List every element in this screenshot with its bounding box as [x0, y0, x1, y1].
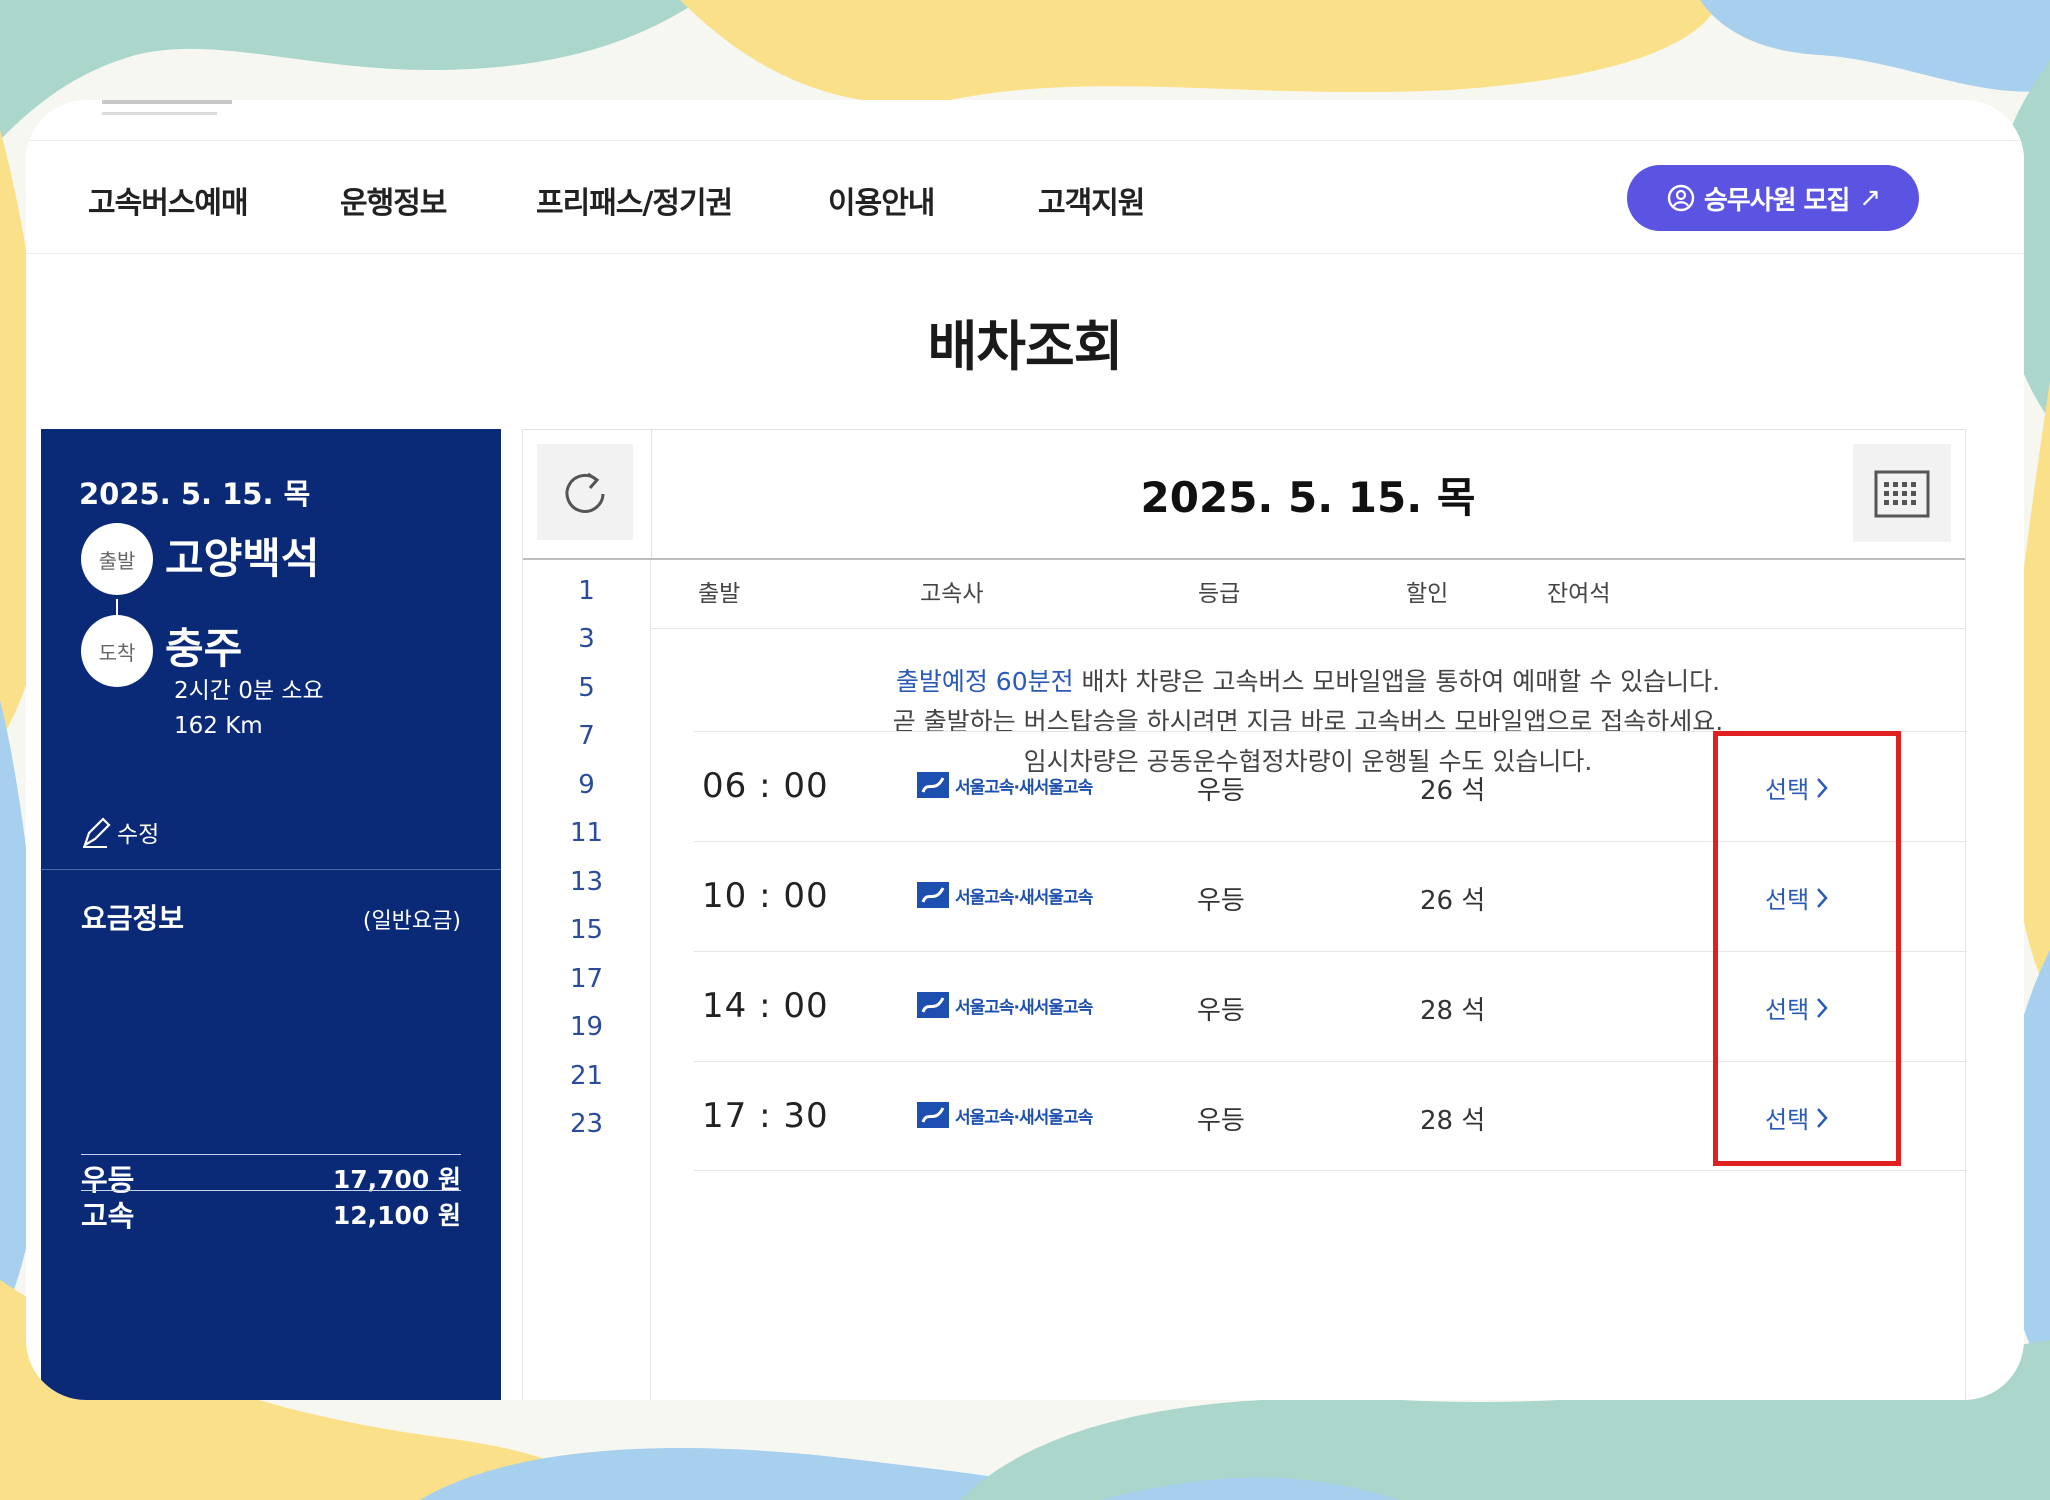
hour-filter-column: 1 3 5 7 9 11 13 15 17 19 21 23	[523, 560, 651, 1400]
column-header-company: 고속사	[920, 581, 984, 607]
bus-company-logo-icon	[917, 772, 949, 798]
remaining-seats: 26 석	[1420, 776, 1486, 806]
bus-company-name: 서울고속·새서울고속	[955, 1107, 1093, 1128]
selected-date: 2025. 5. 15. 목	[79, 477, 311, 511]
hour-filter-item[interactable]: 1	[523, 576, 650, 606]
notice-text: 배차 차량은 고속버스 모바일앱을 통하여 예매할 수 있습니다.	[1073, 667, 1721, 696]
panel-divider	[41, 869, 501, 870]
notice-line: 출발예정 60분전 배차 차량은 고속버스 모바일앱을 통하여 예매할 수 있습…	[651, 662, 1965, 702]
remaining-seats: 28 석	[1420, 1106, 1486, 1136]
top-navigation: 고속버스예매 운행정보 프리패스/정기권 이용안내 고객지원 승무사원 모집 ↗	[26, 140, 2024, 254]
fare-row: 고속 12,100 원	[81, 1190, 461, 1236]
route-summary-panel: 2025. 5. 15. 목 출발 고양백석 도착 충주 2시간 0분 소요 1…	[41, 429, 501, 1400]
driver-recruit-label: 승무사원 모집	[1703, 185, 1851, 216]
hour-filter-item[interactable]: 5	[523, 673, 650, 703]
calendar-icon	[1874, 470, 1930, 518]
bus-grade: 우등	[1197, 776, 1245, 806]
bus-company-logo-icon	[917, 882, 949, 908]
bus-company: 서울고속·새서울고속	[917, 880, 1093, 910]
bus-company-name: 서울고속·새서울고속	[955, 887, 1093, 908]
bus-grade: 우등	[1197, 1106, 1245, 1136]
bus-company: 서울고속·새서울고속	[917, 770, 1093, 800]
column-header-discount: 할인	[1406, 581, 1449, 607]
nav-usage-guide[interactable]: 이용안내	[828, 178, 935, 222]
hour-filter-item[interactable]: 23	[523, 1109, 650, 1139]
departure-station: 고양백석	[165, 534, 320, 583]
departure-badge: 출발	[81, 523, 153, 595]
notice-highlight: 출발예정 60분전	[895, 667, 1074, 696]
pencil-icon	[83, 817, 111, 848]
fare-grade: 고속	[81, 1198, 135, 1233]
nav-operation-info[interactable]: 운행정보	[340, 178, 447, 222]
calendar-button[interactable]	[1853, 444, 1951, 542]
fare-note: (일반요금)	[362, 909, 461, 934]
bus-company-logo-icon	[917, 992, 949, 1018]
hour-filter-item[interactable]: 19	[523, 1012, 650, 1042]
main-card: 고속버스예매 운행정보 프리패스/정기권 이용안내 고객지원 승무사원 모집 ↗…	[26, 100, 2024, 1400]
edit-label: 수정	[117, 822, 160, 848]
fare-price: 12,100 원	[332, 1200, 461, 1230]
bus-grade: 우등	[1197, 996, 1245, 1026]
schedule-panel: 2025. 5. 15. 목 1 3 5 7 9 11 13 15 17 19	[522, 429, 1967, 1400]
divider-line	[523, 558, 1965, 560]
bus-company: 서울고속·새서울고속	[917, 990, 1093, 1020]
bus-company-logo-icon	[917, 1102, 949, 1128]
nav-freepass[interactable]: 프리패스/정기권	[536, 178, 733, 222]
hour-filter-item[interactable]: 17	[523, 964, 650, 994]
driver-recruit-button[interactable]: 승무사원 모집 ↗	[1627, 165, 1919, 231]
nav-express-bus-booking[interactable]: 고속버스예매	[88, 178, 249, 222]
user-circle-icon	[1667, 184, 1695, 212]
arrival-badge: 도착	[81, 615, 153, 687]
travel-duration: 2시간 0분 소요	[174, 678, 324, 704]
site-logo[interactable]	[88, 100, 268, 142]
bus-company-name: 서울고속·새서울고속	[955, 777, 1093, 798]
select-column-highlight	[1713, 731, 1901, 1166]
departure-time: 06 : 00	[702, 766, 829, 806]
refresh-button[interactable]	[537, 444, 633, 540]
departure-time: 17 : 30	[702, 1096, 829, 1136]
refresh-icon	[565, 472, 605, 513]
departure-time: 10 : 00	[702, 876, 829, 916]
bus-grade: 우등	[1197, 886, 1245, 916]
arrival-station: 충주	[165, 624, 243, 673]
hour-filter-item[interactable]: 3	[523, 624, 650, 654]
remaining-seats: 28 석	[1420, 996, 1486, 1026]
fare-info-title: 요금정보	[81, 902, 185, 935]
column-header-departure: 출발	[698, 581, 741, 607]
hour-filter-item[interactable]: 11	[523, 818, 650, 848]
hour-filter-item[interactable]: 21	[523, 1061, 650, 1091]
hour-filter-item[interactable]: 7	[523, 721, 650, 751]
hour-filter-item[interactable]: 9	[523, 770, 650, 800]
bus-company: 서울고속·새서울고속	[917, 1100, 1093, 1130]
page-title: 배차조회	[927, 315, 1124, 378]
remaining-seats: 26 석	[1420, 886, 1486, 916]
divider-line	[651, 628, 1965, 629]
hour-filter-item[interactable]: 13	[523, 867, 650, 897]
external-link-icon: ↗	[1859, 183, 1881, 213]
nav-customer-support[interactable]: 고객지원	[1038, 178, 1145, 222]
bus-company-name: 서울고속·새서울고속	[955, 997, 1093, 1018]
column-header-grade: 등급	[1198, 581, 1241, 607]
schedule-date: 2025. 5. 15. 목	[1140, 473, 1476, 522]
edit-route-button[interactable]: 수정	[79, 815, 159, 849]
departure-time: 14 : 00	[702, 986, 829, 1026]
travel-distance: 162 Km	[174, 713, 263, 739]
column-header-seats: 잔여석	[1547, 581, 1611, 607]
hour-filter-item[interactable]: 15	[523, 915, 650, 945]
